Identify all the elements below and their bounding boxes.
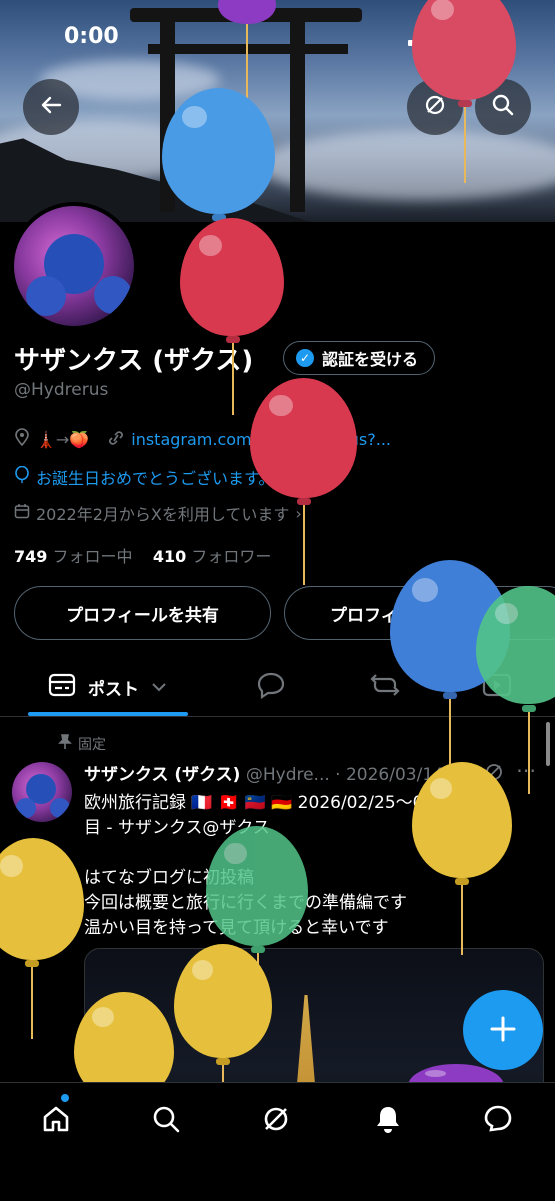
- home-notification-dot: [61, 1094, 69, 1102]
- more-icon[interactable]: ⋯: [516, 758, 536, 782]
- profile-name: サザンクス (ザクス): [14, 346, 254, 376]
- post-tab-icon: [48, 673, 76, 702]
- pin-icon: [58, 734, 72, 754]
- nav-explore[interactable]: [146, 1101, 186, 1141]
- profile-location: 🗼→🍑: [36, 429, 90, 449]
- location-icon: [14, 428, 30, 450]
- pinned-indicator: 固定: [58, 734, 106, 754]
- balloon-icon: [206, 826, 308, 946]
- post-author-handle[interactable]: @Hydre...: [246, 765, 330, 785]
- tab-replies[interactable]: [256, 658, 286, 716]
- nav-messages[interactable]: [478, 1101, 518, 1141]
- profile-handle: @Hydrerus: [14, 380, 109, 400]
- status-time: 0:00: [64, 24, 119, 49]
- chevron-right-icon: ›: [295, 503, 302, 523]
- balloon-icon: [162, 88, 275, 214]
- balloon-icon: [250, 378, 357, 498]
- reply-tab-icon: [256, 671, 286, 704]
- balloon-icon: [180, 218, 284, 336]
- explore-icon: [150, 1103, 182, 1139]
- followers-label[interactable]: フォロワー: [191, 547, 271, 566]
- calendar-icon: [14, 503, 30, 523]
- balloon-icon: [14, 465, 30, 488]
- compose-post-button[interactable]: [463, 990, 543, 1070]
- post-author-avatar[interactable]: [12, 762, 72, 822]
- tab-posts[interactable]: ポスト: [48, 658, 167, 716]
- follow-stats: 749 フォロー中 410 フォロワー: [14, 543, 271, 567]
- chevron-down-icon: [151, 677, 167, 697]
- notifications-icon: [372, 1103, 404, 1139]
- active-tab-indicator: [28, 712, 188, 716]
- search-icon: [491, 93, 515, 121]
- back-arrow-icon: [40, 94, 62, 120]
- balloon-icon: [174, 944, 272, 1058]
- birthday-row: お誕生日おめでとうございます。: [14, 465, 274, 489]
- followers-count[interactable]: 410: [153, 547, 186, 566]
- plus-icon: [489, 1007, 517, 1053]
- grok-icon: [423, 93, 447, 121]
- balloon-icon: [0, 838, 84, 960]
- tab-reposts[interactable]: [368, 658, 402, 716]
- nav-notifications[interactable]: [368, 1101, 408, 1141]
- scrollbar[interactable]: [546, 722, 550, 766]
- following-label[interactable]: フォロー中: [53, 547, 133, 566]
- birthday-text: お誕生日おめでとうございます。: [36, 469, 275, 488]
- back-button[interactable]: [23, 79, 79, 135]
- tab-posts-label: ポスト: [88, 679, 139, 700]
- balloon-icon: [412, 0, 516, 100]
- profile-avatar[interactable]: [10, 202, 138, 330]
- joined-text: 2022年2月からXを利用しています: [36, 505, 290, 524]
- home-icon: [40, 1103, 72, 1139]
- nav-home[interactable]: [36, 1101, 76, 1141]
- messages-icon: [482, 1103, 514, 1139]
- balloon-icon: [412, 762, 512, 878]
- post-author-name[interactable]: サザンクス (ザクス): [84, 765, 240, 785]
- verified-badge-icon: ✓: [296, 349, 314, 367]
- joined-row: 2022年2月からXを利用しています ›: [14, 501, 302, 525]
- get-verified-label: 認証を受ける: [322, 350, 419, 369]
- repost-tab-icon: [368, 671, 402, 704]
- get-verified-button[interactable]: ✓ 認証を受ける: [283, 341, 436, 375]
- share-profile-button[interactable]: プロフィールを共有: [14, 586, 271, 640]
- bottom-navigation: [0, 1082, 555, 1201]
- post-header: サザンクス (ザクス) @Hydre... · 2026/03/14: [84, 760, 444, 785]
- grok-nav-icon: [260, 1103, 292, 1139]
- nav-grok[interactable]: [256, 1101, 296, 1141]
- following-count[interactable]: 749: [14, 547, 47, 566]
- link-icon: [107, 430, 125, 449]
- pinned-label: 固定: [78, 737, 106, 753]
